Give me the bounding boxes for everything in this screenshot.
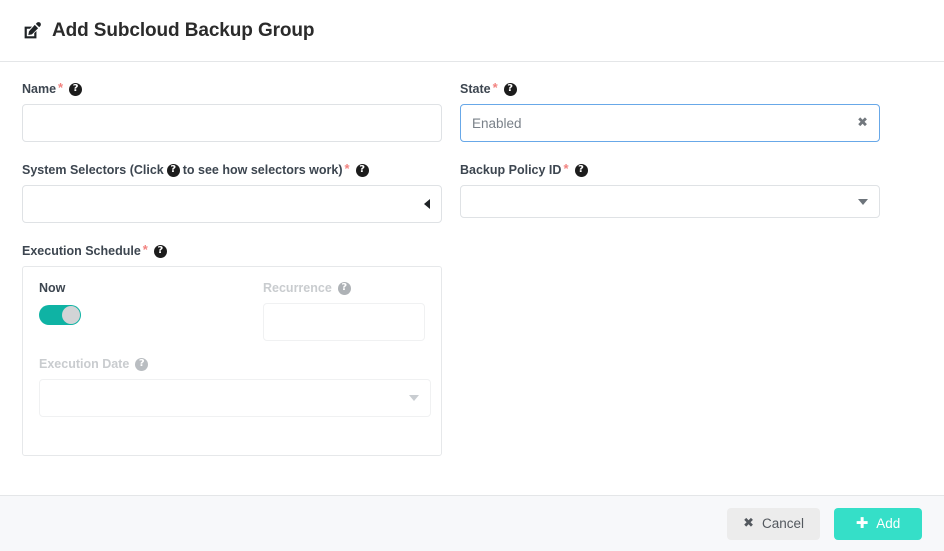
field-group-system-selectors: System Selectors (Click ? to see how sel… bbox=[22, 160, 442, 244]
required-asterisk: * bbox=[344, 160, 350, 176]
close-icon[interactable]: ✖ bbox=[857, 117, 868, 130]
state-label: State * ? bbox=[460, 79, 880, 96]
recurrence-label-text: Recurrence bbox=[263, 281, 332, 295]
state-label-text: State bbox=[460, 82, 491, 96]
backup-policy-id-adorn bbox=[858, 198, 868, 205]
recurrence-group: Recurrence ? bbox=[239, 281, 425, 341]
form-row-1: Name * ? State * ? Enabled ✖ bbox=[22, 79, 922, 163]
help-icon[interactable]: ? bbox=[574, 163, 588, 177]
state-select[interactable]: Enabled ✖ bbox=[460, 104, 880, 142]
help-icon[interactable]: ? bbox=[153, 244, 167, 258]
required-asterisk: * bbox=[563, 160, 569, 176]
system-selectors-label: System Selectors (Click ? to see how sel… bbox=[22, 160, 442, 177]
chevron-down-icon[interactable] bbox=[409, 395, 419, 401]
help-icon[interactable]: ? bbox=[69, 82, 83, 96]
required-asterisk: * bbox=[492, 79, 498, 95]
field-group-backup-policy-id: Backup Policy ID * ? bbox=[460, 160, 880, 244]
now-toggle-group: Now bbox=[39, 281, 239, 341]
required-asterisk: * bbox=[142, 241, 148, 257]
backup-policy-id-label: Backup Policy ID * ? bbox=[460, 160, 880, 177]
field-group-state: State * ? Enabled ✖ bbox=[460, 79, 880, 163]
page-title: Add Subcloud Backup Group bbox=[22, 19, 315, 42]
add-button-label: Add bbox=[876, 516, 901, 531]
system-selectors-adorn bbox=[424, 199, 430, 209]
help-icon[interactable]: ? bbox=[355, 163, 369, 177]
plus-icon: ✚ bbox=[855, 514, 869, 532]
recurrence-input[interactable] bbox=[263, 303, 425, 341]
backup-policy-id-select[interactable] bbox=[460, 185, 880, 218]
form-row-3: Execution Schedule * ? Now Recurrence ? … bbox=[22, 241, 922, 456]
add-subcloud-backup-group-dialog: Add Subcloud Backup Group Name * ? State… bbox=[0, 0, 944, 551]
help-icon[interactable]: ? bbox=[503, 82, 517, 96]
name-input[interactable] bbox=[22, 104, 442, 142]
system-selectors-input[interactable] bbox=[22, 185, 442, 223]
dialog-header: Add Subcloud Backup Group bbox=[0, 0, 944, 62]
edit-square-pencil-icon bbox=[22, 20, 43, 41]
execution-schedule-label: Execution Schedule * ? bbox=[22, 241, 442, 258]
execution-date-select[interactable] bbox=[39, 379, 431, 417]
help-icon[interactable]: ? bbox=[337, 281, 351, 295]
chevron-down-icon[interactable] bbox=[858, 198, 868, 205]
cancel-button-label: Cancel bbox=[761, 516, 804, 531]
toggle-knob bbox=[62, 306, 80, 324]
schedule-top-row: Now Recurrence ? bbox=[39, 281, 425, 341]
caret-left-icon[interactable] bbox=[424, 199, 430, 209]
execution-schedule-panel: Now Recurrence ? Execution Date ? bbox=[22, 266, 442, 456]
cancel-button[interactable]: ✖ Cancel bbox=[727, 507, 820, 540]
state-clear-wrap: ✖ bbox=[857, 117, 868, 130]
form-row-2: System Selectors (Click ? to see how sel… bbox=[22, 160, 922, 244]
help-icon[interactable]: ? bbox=[135, 357, 149, 371]
execution-date-adorn bbox=[409, 395, 419, 401]
dialog-title-text: Add Subcloud Backup Group bbox=[52, 19, 315, 41]
dialog-footer: ✖ Cancel ✚ Add bbox=[0, 495, 944, 551]
now-toggle[interactable] bbox=[39, 305, 81, 325]
dialog-body: Name * ? State * ? Enabled ✖ System Sele… bbox=[0, 62, 944, 495]
execution-date-label-text: Execution Date bbox=[39, 357, 130, 371]
close-icon: ✖ bbox=[743, 516, 754, 531]
execution-schedule-label-text: Execution Schedule bbox=[22, 244, 141, 258]
state-selected-value: Enabled bbox=[472, 115, 522, 131]
execution-date-group: Execution Date ? bbox=[39, 357, 431, 417]
recurrence-label: Recurrence ? bbox=[263, 281, 425, 295]
backup-policy-id-label-text: Backup Policy ID bbox=[460, 163, 562, 177]
system-selectors-label-text-part2: to see how selectors work) bbox=[182, 163, 343, 177]
field-group-execution-schedule: Execution Schedule * ? Now Recurrence ? … bbox=[22, 241, 442, 456]
help-icon[interactable]: ? bbox=[166, 163, 180, 177]
name-label-text: Name bbox=[22, 82, 57, 96]
name-label: Name * ? bbox=[22, 79, 442, 96]
execution-date-label: Execution Date ? bbox=[39, 357, 431, 371]
system-selectors-label-text-part1: System Selectors (Click bbox=[22, 163, 164, 177]
required-asterisk: * bbox=[58, 79, 64, 95]
add-button[interactable]: ✚ Add bbox=[834, 507, 922, 540]
field-group-name: Name * ? bbox=[22, 79, 442, 163]
now-label: Now bbox=[39, 281, 66, 295]
